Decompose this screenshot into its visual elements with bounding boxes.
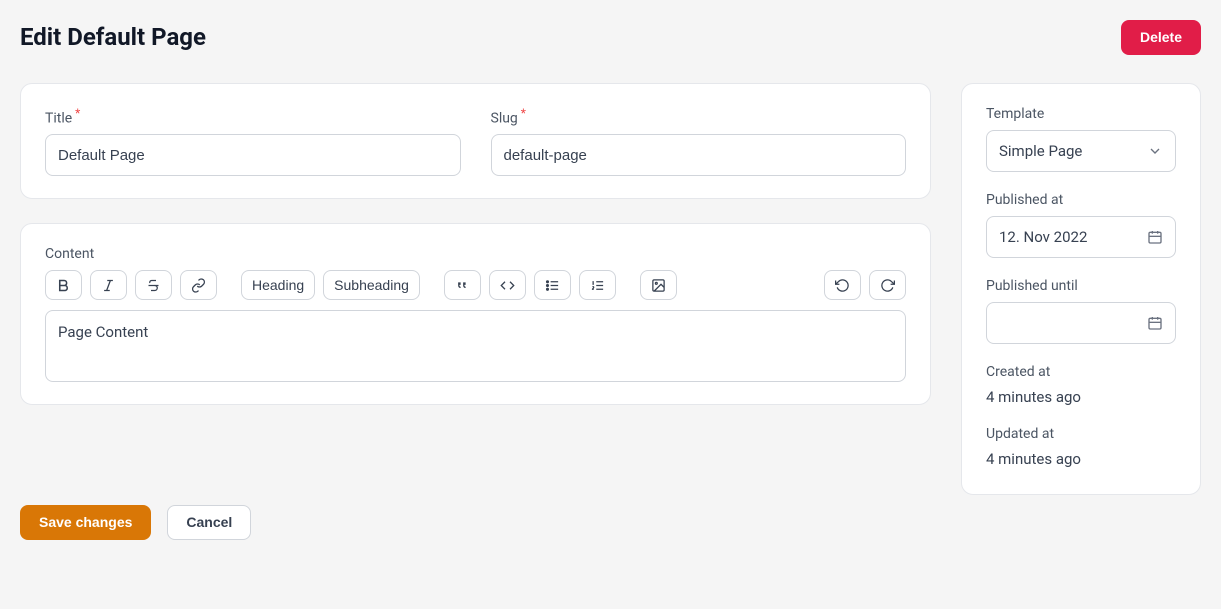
save-button[interactable]: Save changes — [20, 505, 151, 540]
updated-at-value: 4 minutes ago — [986, 450, 1176, 468]
updated-at-label: Updated at — [986, 426, 1176, 442]
bold-button[interactable] — [45, 270, 82, 300]
code-icon — [500, 278, 515, 293]
cancel-button[interactable]: Cancel — [167, 505, 251, 540]
bullet-list-icon — [545, 278, 560, 293]
code-button[interactable] — [489, 270, 526, 300]
numbered-list-icon — [590, 278, 605, 293]
strikethrough-icon — [146, 278, 161, 293]
slug-input[interactable] — [491, 134, 907, 176]
italic-icon — [101, 278, 116, 293]
calendar-icon — [1147, 229, 1163, 245]
image-button[interactable] — [640, 270, 677, 300]
quote-button[interactable] — [444, 270, 481, 300]
delete-button[interactable]: Delete — [1121, 20, 1201, 55]
published-at-value: 12. Nov 2022 — [999, 228, 1087, 246]
calendar-icon — [1147, 315, 1163, 331]
published-at-input[interactable]: 12. Nov 2022 — [986, 216, 1176, 258]
created-at-label: Created at — [986, 364, 1176, 380]
created-at-value: 4 minutes ago — [986, 388, 1176, 406]
template-label: Template — [986, 106, 1176, 122]
published-until-label: Published until — [986, 278, 1176, 294]
published-at-label: Published at — [986, 192, 1176, 208]
link-icon — [191, 278, 206, 293]
slug-label: Slug — [491, 106, 907, 127]
undo-icon — [835, 278, 850, 293]
title-slug-card: Title Slug — [20, 83, 931, 200]
content-card: Content — [20, 223, 931, 405]
numbered-list-button[interactable] — [579, 270, 616, 300]
title-input[interactable] — [45, 134, 461, 176]
title-label: Title — [45, 106, 461, 127]
undo-button[interactable] — [824, 270, 861, 300]
quote-icon — [455, 278, 470, 293]
template-select[interactable]: Simple Page — [986, 130, 1176, 172]
heading-button[interactable]: Heading — [241, 270, 315, 300]
image-icon — [651, 278, 666, 293]
sidebar-card: Template Simple Page Published at 12. No… — [961, 83, 1201, 495]
page-title: Edit Default Page — [20, 23, 206, 51]
template-value: Simple Page — [999, 142, 1082, 160]
link-button[interactable] — [180, 270, 217, 300]
content-editor[interactable]: Page Content — [45, 310, 906, 382]
bullet-list-button[interactable] — [534, 270, 571, 300]
content-label: Content — [45, 246, 906, 262]
strike-button[interactable] — [135, 270, 172, 300]
italic-button[interactable] — [90, 270, 127, 300]
editor-toolbar: Heading Subheading — [45, 270, 906, 300]
published-until-input[interactable] — [986, 302, 1176, 344]
redo-button[interactable] — [869, 270, 906, 300]
redo-icon — [880, 278, 895, 293]
bold-icon — [56, 278, 71, 293]
chevron-down-icon — [1147, 143, 1163, 159]
subheading-button[interactable]: Subheading — [323, 270, 420, 300]
